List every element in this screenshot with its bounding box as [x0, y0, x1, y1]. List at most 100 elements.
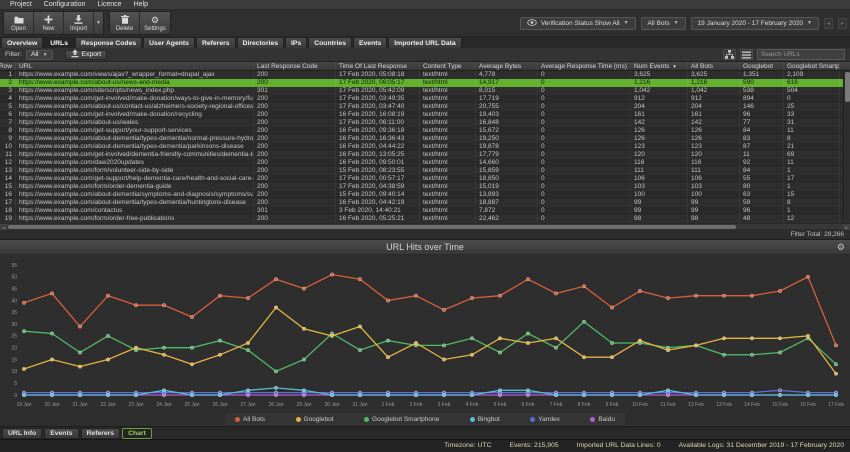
column-header-last-response-code[interactable]: Last Response Code	[254, 62, 336, 70]
table-row[interactable]: 8 https://www.example.com/get-support/you…	[0, 127, 850, 135]
bottom-tab-url-info[interactable]: URL Info	[2, 427, 43, 439]
table-row[interactable]: 15 https://www.example.com/form/order-dem…	[0, 183, 850, 191]
list-view-button[interactable]	[740, 49, 753, 60]
date-prev-button[interactable]: ◂	[824, 17, 833, 29]
date-next-button[interactable]: ▸	[838, 17, 847, 29]
bottom-tab-referers[interactable]: Referers	[80, 427, 121, 439]
tab-events[interactable]: Events	[352, 37, 388, 48]
table-row[interactable]: 12 https://www.example.com/daw2020updates…	[0, 159, 850, 167]
url-cell: https://www.example.com/about-dementia/t…	[16, 199, 254, 207]
cell: 1,216	[631, 79, 688, 87]
table-row[interactable]: 14 https://www.example.com/get-support/he…	[0, 175, 850, 183]
table-row[interactable]: 2 https://www.example.com/about-us/news-a…	[0, 79, 850, 87]
settings-button[interactable]: ⚙ Settings	[140, 12, 170, 34]
cell: 0	[784, 95, 840, 103]
column-header-average-bytes[interactable]: Average Bytes	[476, 62, 538, 70]
open-button[interactable]: Open	[4, 12, 34, 34]
tab-directories[interactable]: Directories	[236, 37, 285, 48]
tab-response-codes[interactable]: Response Codes	[74, 37, 143, 48]
table-row[interactable]: 9 https://www.example.com/about-dementia/…	[0, 135, 850, 143]
legend-label: All Bots	[243, 416, 266, 423]
cell: 200	[254, 71, 336, 79]
legend-baidu[interactable]: Baidu	[590, 416, 615, 423]
column-header-googlebot[interactable]: Googlebot	[740, 62, 784, 70]
column-header-row[interactable]: Row	[0, 62, 16, 70]
tab-ips[interactable]: IPs	[285, 37, 308, 48]
filter-dropdown[interactable]: All ▼	[26, 49, 53, 60]
column-header-content-type[interactable]: Content Type	[420, 62, 476, 70]
cell: 200	[254, 199, 336, 207]
horizontal-scrollbar-thumb[interactable]	[8, 225, 736, 229]
table-row[interactable]: 10 https://www.example.com/about-dementia…	[0, 143, 850, 151]
column-header-label: URL	[19, 62, 33, 70]
table-header-row: Row URL Last Response Code Time Of Last Res…	[0, 62, 850, 71]
table-row[interactable]: 4 https://www.example.com/get-involved/ma…	[0, 95, 850, 103]
verification-status-dropdown[interactable]: Verification Status Show All ▼	[519, 16, 636, 30]
tab-user-agents[interactable]: User Agents	[143, 37, 195, 48]
table-row[interactable]: 11 https://www.example.com/get-involved/d…	[0, 151, 850, 159]
legend-googlebot-smartphone[interactable]: Googlebot Smartphone	[364, 416, 439, 423]
column-header-googlebot-smartphone[interactable]: Googlebot Smartphone▼	[784, 62, 840, 70]
legend-bingbot[interactable]: Bingbot	[469, 416, 500, 423]
delete-button[interactable]: Delete	[110, 12, 140, 34]
table-row[interactable]: 16 https://www.example.com/about-dementia…	[0, 191, 850, 199]
tab-referers[interactable]: Referers	[195, 37, 236, 48]
bots-filter-dropdown[interactable]: All Bots ▼	[640, 16, 686, 30]
vertical-scrollbar[interactable]	[843, 71, 850, 223]
table-row[interactable]: 1 https://www.example.com/views/ajax?_wra…	[0, 71, 850, 79]
table-row[interactable]: 3 https://www.example.com/site/scripts/ne…	[0, 87, 850, 95]
column-header-average-response-time-ms-[interactable]: Average Response Time (ms)	[538, 62, 631, 70]
legend-all-bots[interactable]: All Bots	[235, 416, 265, 423]
cell: 7,872	[476, 207, 538, 215]
tab-countries[interactable]: Countries	[308, 37, 352, 48]
svg-text:24 Jan: 24 Jan	[156, 402, 171, 408]
column-header-label: Googlebot	[743, 62, 773, 70]
cell: text/html	[420, 215, 476, 223]
table-row[interactable]: 5 https://www.example.com/about-us/contac…	[0, 103, 850, 111]
menu-licence[interactable]: Licence	[91, 0, 127, 10]
menu-project[interactable]: Project	[4, 0, 38, 10]
table-row[interactable]: 7 https://www.example.com/about-us/wales 2…	[0, 119, 850, 127]
scroll-right-arrow-icon[interactable]: ▸	[843, 224, 850, 230]
cell: 16 Feb 2020, 04:42:19	[336, 199, 420, 207]
cell: 6	[0, 111, 16, 119]
menu-help[interactable]: Help	[128, 0, 154, 10]
column-header-num-events[interactable]: Num Events ▼	[631, 62, 688, 70]
search-input[interactable]	[757, 49, 845, 60]
table-row[interactable]: 17 https://www.example.com/about-dementia…	[0, 199, 850, 207]
table-row[interactable]: 6 https://www.example.com/get-involved/ma…	[0, 111, 850, 119]
legend-yandex[interactable]: Yandex	[530, 416, 560, 423]
table-row[interactable]: 13 https://www.example.com/form/volunteer…	[0, 167, 850, 175]
tree-view-button[interactable]	[723, 49, 736, 60]
legend-googlebot[interactable]: Googlebot	[295, 416, 334, 423]
open-button-label: Open	[11, 25, 26, 32]
tab-imported-url-data[interactable]: Imported URL Data	[388, 37, 462, 48]
column-header-time-of-last-response[interactable]: Time Of Last Response	[336, 62, 420, 70]
menu-configuration[interactable]: Configuration	[38, 0, 92, 10]
export-button[interactable]: Export	[64, 49, 108, 60]
import-button[interactable]: Import	[64, 12, 94, 34]
filter-total: Filter Total: 28,266	[790, 230, 844, 238]
cell: 11	[0, 151, 16, 159]
column-header-all-bots[interactable]: All Bots	[688, 62, 740, 70]
import-dropdown-caret[interactable]: ▼	[94, 12, 103, 34]
cell: 14	[0, 175, 16, 183]
bottom-tab-events[interactable]: Events	[44, 427, 79, 439]
cell: 2,109	[784, 71, 840, 79]
column-header-url[interactable]: URL	[16, 62, 254, 70]
new-button[interactable]: New	[34, 12, 64, 34]
bottom-tab-chart[interactable]: Chart	[122, 427, 152, 439]
cell: 100	[688, 191, 740, 199]
vertical-scrollbar-thumb[interactable]	[845, 72, 850, 102]
svg-text:21 Jan: 21 Jan	[72, 402, 87, 408]
horizontal-scrollbar[interactable]: ◂ ▸	[0, 223, 850, 230]
tab-urls[interactable]: URLs	[44, 37, 74, 48]
tab-overview[interactable]: Overview	[1, 37, 44, 48]
scroll-left-arrow-icon[interactable]: ◂	[0, 224, 7, 230]
table-row[interactable]: 18 https://www.example.com/contactus 301 3 …	[0, 207, 850, 215]
cell: 8	[784, 135, 840, 143]
cell: 31	[784, 119, 840, 127]
chart-settings-gear-icon[interactable]: ⚙	[837, 242, 845, 253]
date-range-dropdown[interactable]: 19 January 2020 - 17 February 2020 ▼	[690, 16, 819, 30]
table-row[interactable]: 19 https://www.example.com/form/order-fre…	[0, 215, 850, 223]
